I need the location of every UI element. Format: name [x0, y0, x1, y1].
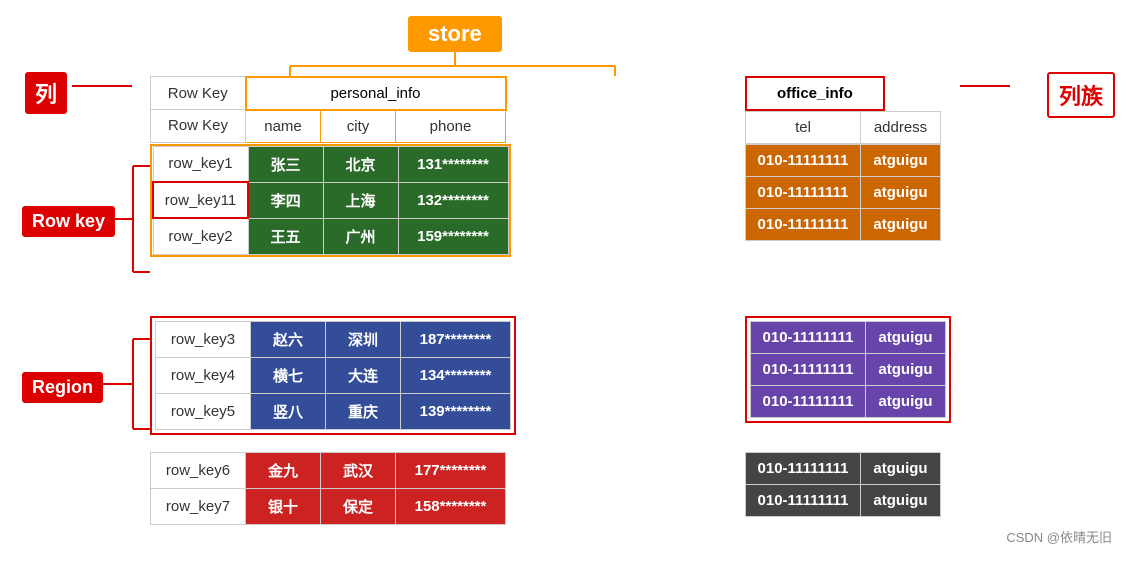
phone-cell: 158******** — [396, 488, 506, 524]
table-row: 010-11111111 atguigu — [746, 176, 941, 208]
table-row: row_key4 横七 大连 134******** — [156, 357, 511, 393]
city-cell: 上海 — [323, 182, 398, 218]
rowkey-subheader: Row Key — [151, 110, 246, 143]
addr-cell: atguigu — [866, 321, 946, 353]
office-info-header: office_info — [745, 76, 885, 111]
store-label: store — [408, 16, 502, 52]
rowkey-cell: row_key7 — [151, 488, 246, 524]
phone-cell: 187******** — [401, 321, 511, 357]
table-row: 010-11111111 atguigu — [746, 452, 941, 484]
addr-cell: atguigu — [861, 144, 941, 176]
rowkey-cell: row_key4 — [156, 357, 251, 393]
tel-cell: 010-11111111 — [751, 385, 866, 417]
addr-cell: atguigu — [861, 484, 941, 516]
rowkey-cell: row_key11 — [153, 182, 248, 218]
name-cell: 横七 — [251, 357, 326, 393]
name-cell: 王五 — [248, 218, 323, 254]
tel-cell: 010-11111111 — [746, 452, 861, 484]
phone-cell: 177******** — [396, 452, 506, 488]
addr-cell: atguigu — [866, 385, 946, 417]
phone-header: phone — [396, 110, 506, 143]
personal-info-span-cell: personal_info — [246, 77, 506, 110]
table-row: row_key3 赵六 深圳 187******** — [156, 321, 511, 357]
office-info-header-wrap: office_info tel address — [745, 76, 941, 144]
name-header: name — [246, 110, 321, 143]
rowkey-label: Row key — [22, 206, 115, 237]
tel-cell: 010-11111111 — [751, 353, 866, 385]
canvas: store 列 Row key Region 列族 Row Key person… — [20, 14, 1120, 554]
phone-cell: 139******** — [401, 393, 511, 429]
city-header: city — [321, 110, 396, 143]
section1-left: row_key1 张三 北京 131******** row_key11 李四 … — [150, 144, 511, 257]
table-row: row_key7 银十 保定 158******** — [151, 488, 506, 524]
name-cell: 竖八 — [251, 393, 326, 429]
table-row: 010-11111111 atguigu — [751, 353, 946, 385]
personal-info-header: Row Key personal_info Row Key name city … — [150, 76, 507, 143]
table-row: row_key2 王五 广州 159******** — [153, 218, 508, 254]
city-cell: 重庆 — [326, 393, 401, 429]
name-cell: 李四 — [248, 182, 323, 218]
section3-left: row_key6 金九 武汉 177******** row_key7 银十 保… — [150, 452, 506, 525]
city-cell: 保定 — [321, 488, 396, 524]
phone-cell: 159******** — [398, 218, 508, 254]
rowkey-cell: row_key3 — [156, 321, 251, 357]
name-cell: 张三 — [248, 146, 323, 182]
watermark: CSDN @依晴无旧 — [1006, 527, 1112, 546]
table-row: row_key5 竖八 重庆 139******** — [156, 393, 511, 429]
city-cell: 大连 — [326, 357, 401, 393]
rowkey-cell: row_key5 — [156, 393, 251, 429]
name-cell: 银十 — [246, 488, 321, 524]
table-row: 010-11111111 atguigu — [746, 208, 941, 240]
section2-right: 010-11111111 atguigu 010-11111111 atguig… — [745, 316, 951, 423]
phone-cell: 131******** — [398, 146, 508, 182]
liezu-label: 列族 — [1047, 72, 1115, 118]
section3-right: 010-11111111 atguigu 010-11111111 atguig… — [745, 452, 941, 517]
table-row: row_key11 李四 上海 132******** — [153, 182, 508, 218]
table-row: 010-11111111 atguigu — [746, 484, 941, 516]
rowkey-header-cell: Row Key — [151, 77, 246, 110]
lie-label: 列 — [25, 72, 67, 114]
phone-cell: 132******** — [398, 182, 508, 218]
tel-cell: 010-11111111 — [746, 176, 861, 208]
rowkey-cell: row_key2 — [153, 218, 248, 254]
tel-cell: 010-11111111 — [746, 208, 861, 240]
city-cell: 北京 — [323, 146, 398, 182]
city-cell: 武汉 — [321, 452, 396, 488]
rowkey-cell: row_key1 — [153, 146, 248, 182]
addr-cell: atguigu — [861, 176, 941, 208]
phone-cell: 134******** — [401, 357, 511, 393]
tel-header: tel — [746, 111, 861, 143]
addr-cell: atguigu — [861, 452, 941, 484]
table-row: 010-11111111 atguigu — [751, 385, 946, 417]
address-header: address — [861, 111, 941, 143]
table-row: 010-11111111 atguigu — [746, 144, 941, 176]
section2-outer: row_key3 赵六 深圳 187******** row_key4 横七 大… — [150, 316, 516, 435]
addr-cell: atguigu — [866, 353, 946, 385]
name-cell: 金九 — [246, 452, 321, 488]
table-row: row_key6 金九 武汉 177******** — [151, 452, 506, 488]
city-cell: 广州 — [323, 218, 398, 254]
table-row: row_key1 张三 北京 131******** — [153, 146, 508, 182]
tel-cell: 010-11111111 — [746, 484, 861, 516]
section1-right: 010-11111111 atguigu 010-11111111 atguig… — [745, 144, 941, 241]
city-cell: 深圳 — [326, 321, 401, 357]
tel-cell: 010-11111111 — [746, 144, 861, 176]
rowkey-cell: row_key6 — [151, 452, 246, 488]
addr-cell: atguigu — [861, 208, 941, 240]
tel-cell: 010-11111111 — [751, 321, 866, 353]
name-cell: 赵六 — [251, 321, 326, 357]
table-row: 010-11111111 atguigu — [751, 321, 946, 353]
region-label: Region — [22, 372, 103, 403]
